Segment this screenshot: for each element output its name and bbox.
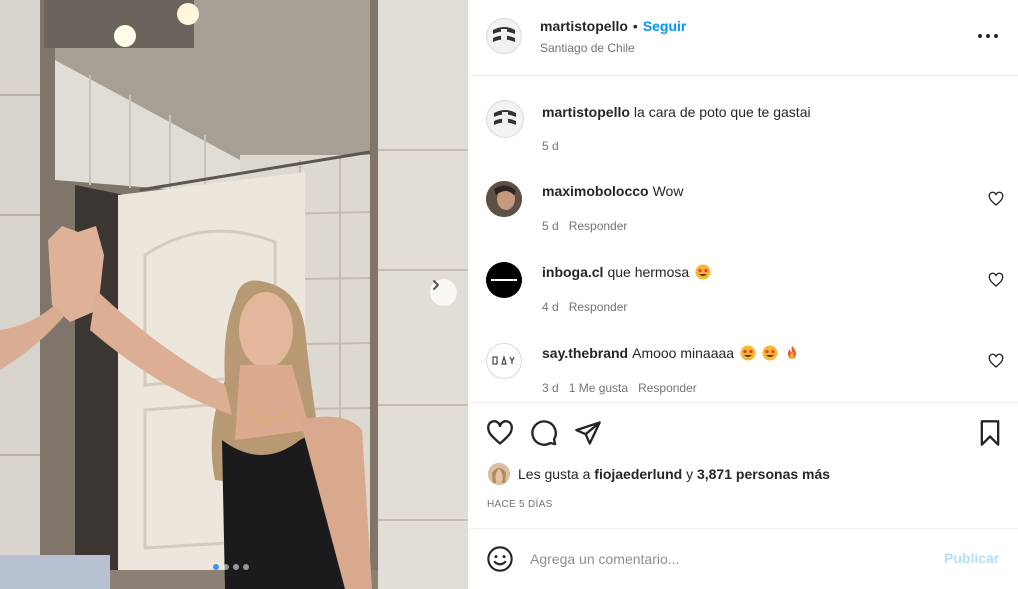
post-image [0,0,468,589]
caption-meta: 5 d [542,139,569,153]
likes-others-link[interactable]: 3,871 personas más [697,466,830,482]
comment-input[interactable] [530,547,920,571]
separator-dot: • [632,18,638,34]
comment-text: Amooo minaaaa [632,345,735,361]
comment-like-heart-icon[interactable] [988,191,1004,207]
caption-text-row: martistopello la cara de poto que te gast… [542,104,811,120]
comment-username[interactable]: maximobolocco [542,183,649,199]
bookmark-icon[interactable] [976,419,1004,447]
comment-time[interactable]: 4 d [542,300,559,314]
comment-text-row: maximobolocco Wow [542,183,683,199]
author-avatar[interactable] [486,18,522,54]
carousel-dot [233,564,239,570]
comment-composer: Publicar [468,528,1018,589]
comment-username[interactable]: inboga.cl [542,264,603,280]
comment-like-heart-icon[interactable] [988,272,1004,288]
carousel-dot [243,564,249,570]
liker-avatar[interactable] [488,463,510,485]
emoji-smile-icon[interactable] [486,545,514,573]
likes-prefix: Les gusta a [518,466,591,482]
reply-button[interactable]: Responder [569,219,628,233]
fire-emoji [787,346,796,359]
post-side-panel: martistopello • Seguir Santiago de Chile m… [468,0,1018,589]
caption-username[interactable]: martistopello [542,104,630,120]
commenter-avatar[interactable] [486,343,522,379]
comment-item: inboga.cl que hermosa 4 d Responder [468,258,1018,338]
comment-text: Wow [652,183,684,199]
carousel-indicator [213,564,249,570]
commenter-photo [486,181,522,217]
comment-item: maximobolocco Wow 5 d Responder [468,177,1018,257]
comment-item: say.thebrand Amooo minaaaa 3 d 1 Me gust… [468,339,1018,402]
liker-photo [488,463,510,485]
liker-username[interactable]: fiojaederlund [594,466,682,482]
comment-username[interactable]: say.thebrand [542,345,628,361]
reply-button[interactable]: Responder [638,381,697,395]
comment-text-row: say.thebrand Amooo minaaaa [542,345,800,361]
post-header: martistopello • Seguir Santiago de Chile [468,0,1018,76]
paper-plane-icon[interactable] [574,419,602,447]
carousel-dot [223,564,229,570]
post-date[interactable]: HACE 5 DÍAS [487,499,553,510]
caption-avatar[interactable] [486,100,524,138]
comment-bubble-icon[interactable] [530,419,558,447]
inboga-logo [491,279,517,281]
carousel-dot-active [213,564,219,570]
header-user-row: martistopello • Seguir [540,18,686,34]
post-actions: Les gusta a fiojaederlund y 3,871 person… [468,402,1018,527]
author-logo [494,110,516,126]
follow-button[interactable]: Seguir [643,18,687,34]
post-location[interactable]: Santiago de Chile [540,41,635,55]
comment-meta: 3 d 1 Me gusta Responder [542,381,707,395]
comment-meta: 4 d Responder [542,300,637,314]
author-logo [493,27,515,43]
comment-meta: 5 d Responder [542,219,637,233]
comment-time[interactable]: 3 d [542,381,559,395]
comment-like-heart-icon[interactable] [988,353,1004,369]
star-struck-emoji [695,264,711,280]
comment-time[interactable]: 5 d [542,219,559,233]
post-photo[interactable] [0,0,468,589]
commenter-avatar[interactable] [486,181,522,217]
commenter-avatar[interactable] [486,262,522,298]
say-brand-logo [492,354,515,365]
comment-text: que hermosa [607,264,690,280]
chevron-right-icon [433,280,439,290]
likes-summary: Les gusta a fiojaederlund y 3,871 person… [488,463,830,485]
comments-list[interactable]: martistopello la cara de poto que te gast… [468,77,1018,402]
likes-middle: y [686,466,694,482]
carousel-next-button[interactable] [430,279,457,306]
heart-icon[interactable] [486,419,514,447]
comment-text-row: inboga.cl que hermosa [542,264,711,280]
star-struck-emoji [762,345,778,361]
caption-text: la cara de poto que te gastai [633,104,811,120]
comment-likes-count[interactable]: 1 Me gusta [569,381,628,395]
reply-button[interactable]: Responder [569,300,628,314]
author-username[interactable]: martistopello [540,18,628,34]
publish-button[interactable]: Publicar [944,550,999,566]
more-options-icon[interactable] [976,26,1000,46]
post-caption: martistopello la cara de poto que te gast… [468,77,1018,157]
caption-time[interactable]: 5 d [542,139,559,153]
star-struck-emoji [740,345,756,361]
